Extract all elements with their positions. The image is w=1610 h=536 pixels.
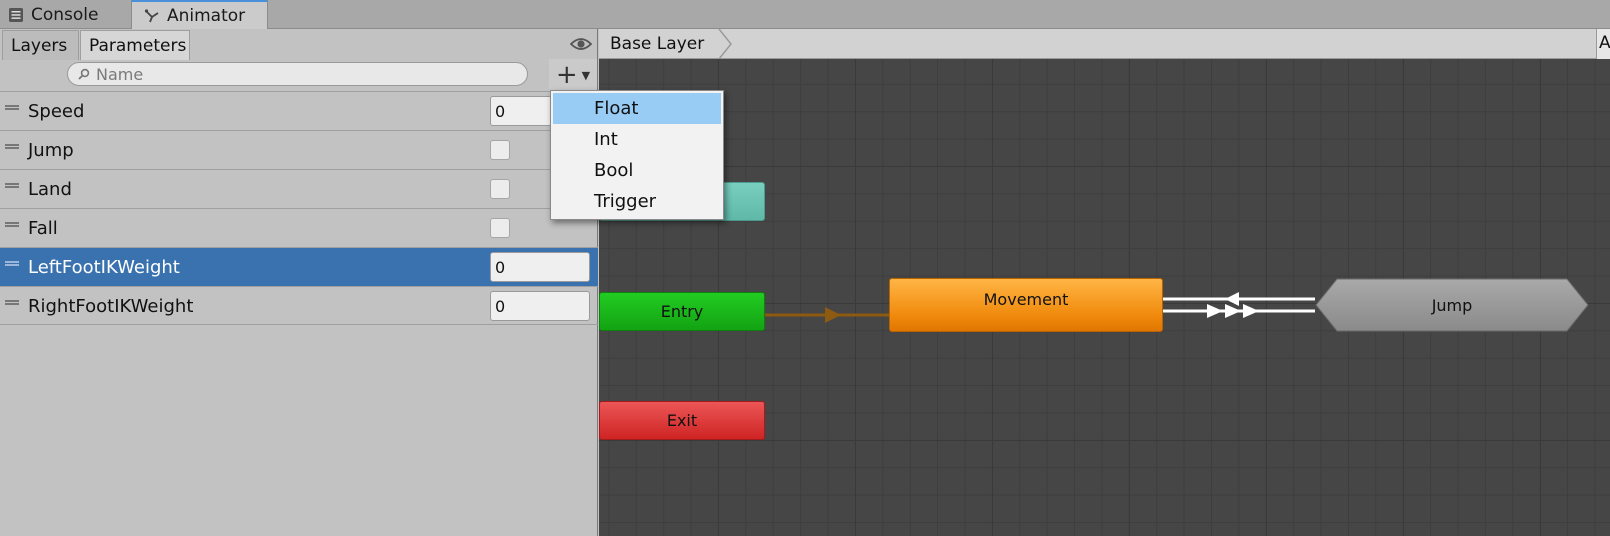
parameter-bool-checkbox[interactable]: [490, 218, 510, 238]
tab-layers[interactable]: Layers: [2, 30, 79, 60]
tab-animator-label: Animator: [167, 6, 246, 26]
parameter-bool-checkbox[interactable]: [490, 140, 510, 160]
menu-item-trigger[interactable]: Trigger: [553, 186, 721, 217]
exit-node[interactable]: Exit: [599, 401, 765, 440]
parameter-row-jump[interactable]: Jump: [0, 130, 598, 169]
parameter-name: RightFootIKWeight: [28, 296, 194, 317]
state-node-label: Jump: [1431, 295, 1473, 315]
drag-handle-icon[interactable]: [5, 300, 19, 305]
parameter-name: Jump: [28, 140, 74, 161]
parameters-panel: Layers Parameters +▼ Speed Jump Land: [0, 29, 598, 536]
parameter-float-field[interactable]: [490, 252, 590, 282]
menu-item-int[interactable]: Int: [553, 124, 721, 155]
entry-node[interactable]: Entry: [599, 292, 765, 331]
parameter-name: Land: [28, 179, 72, 200]
drag-handle-icon[interactable]: [5, 261, 19, 266]
auto-live-link-button[interactable]: A: [1596, 29, 1610, 59]
caret-down-icon: ▼: [581, 68, 591, 82]
parameter-row-leftfootikweight[interactable]: LeftFootIKWeight: [0, 247, 598, 286]
parameter-bool-checkbox[interactable]: [490, 179, 510, 199]
tab-parameters[interactable]: Parameters: [80, 30, 190, 60]
tab-animator[interactable]: Animator: [131, 0, 268, 30]
parameter-float-field[interactable]: [490, 291, 590, 321]
parameter-row-land[interactable]: Land: [0, 169, 598, 208]
menu-item-float[interactable]: Float: [553, 93, 721, 124]
parameter-name: Fall: [28, 218, 58, 239]
animator-graph[interactable]: Base Layer A Entry Exit Movement Jump: [599, 29, 1610, 536]
state-node-movement[interactable]: Movement: [889, 278, 1163, 332]
breadcrumb: Base Layer A: [599, 29, 1610, 59]
parameter-type-menu: Float Int Bool Trigger: [550, 90, 724, 220]
tab-console[interactable]: Console: [0, 0, 130, 29]
tab-console-label: Console: [31, 4, 99, 25]
search-field[interactable]: [67, 62, 528, 86]
parameter-row-rightfootikweight[interactable]: RightFootIKWeight: [0, 286, 598, 325]
search-input[interactable]: [96, 64, 516, 84]
search-icon: [78, 68, 90, 80]
parameter-row-speed[interactable]: Speed: [0, 91, 598, 130]
drag-handle-icon[interactable]: [5, 105, 19, 110]
parameter-name: Speed: [28, 101, 85, 122]
console-icon: [9, 7, 23, 22]
drag-handle-icon[interactable]: [5, 144, 19, 149]
plus-icon: +: [555, 60, 578, 90]
parameter-name: LeftFootIKWeight: [28, 257, 180, 278]
state-node-jump[interactable]: Jump: [1315, 278, 1589, 332]
breadcrumb-base-layer[interactable]: Base Layer: [610, 34, 704, 54]
parameter-list: Speed Jump Land Fall LeftFootIKWeight Ri…: [0, 91, 598, 325]
add-parameter-button[interactable]: + ▼: [549, 59, 597, 91]
window-tab-bar: Console Animator: [0, 0, 1610, 30]
parameter-row-fall[interactable]: Fall: [0, 208, 598, 247]
drag-handle-icon[interactable]: [5, 222, 19, 227]
animator-icon: [144, 9, 159, 23]
drag-handle-icon[interactable]: [5, 183, 19, 188]
breadcrumb-separator-icon: [718, 29, 732, 59]
eye-icon[interactable]: [570, 36, 592, 52]
panel-tabs: Layers Parameters: [0, 29, 598, 60]
menu-item-bool[interactable]: Bool: [553, 155, 721, 186]
